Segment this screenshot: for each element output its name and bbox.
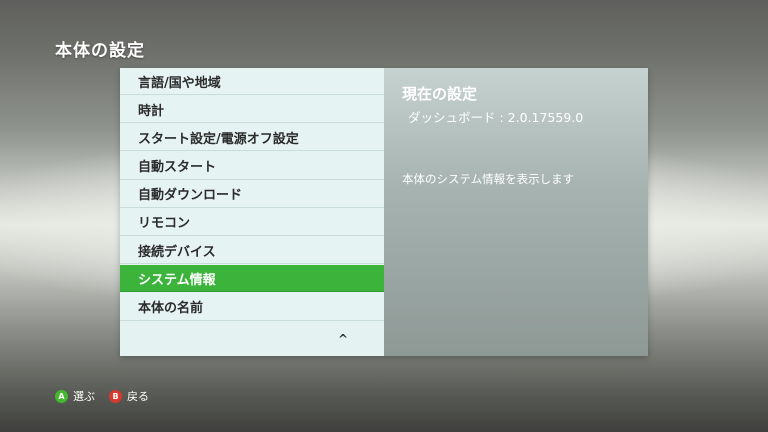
a-button-icon[interactable]: A <box>55 389 68 403</box>
dashboard-version: ダッシュボード : 2.0.17559.0 <box>408 110 584 125</box>
scroll-up-icon[interactable]: ^ <box>338 332 348 346</box>
menu-item-connected-devices[interactable]: 接続デバイス <box>120 237 384 265</box>
menu-item-startup-shutdown[interactable]: スタート設定/電源オフ設定 <box>120 124 384 152</box>
menu-item-auto-start[interactable]: 自動スタート <box>120 152 384 180</box>
menu-item-system-info[interactable]: システム情報 <box>120 265 384 293</box>
page-title: 本体の設定 <box>55 41 145 61</box>
details-description: 本体のシステム情報を表示します <box>402 172 575 186</box>
menu-item-auto-download[interactable]: 自動ダウンロード <box>120 180 384 208</box>
select-label: 選ぶ <box>73 390 95 403</box>
back-label: 戻る <box>127 390 149 403</box>
button-legend: A 選ぶ B 戻る <box>55 388 163 404</box>
settings-panel: 言語/国や地域 時計 スタート設定/電源オフ設定 自動スタート 自動ダウンロード… <box>120 68 648 356</box>
menu-item-clock[interactable]: 時計 <box>120 96 384 124</box>
details-heading: 現在の設定 <box>402 85 478 103</box>
b-button-icon[interactable]: B <box>109 389 122 403</box>
settings-menu: 言語/国や地域 時計 スタート設定/電源オフ設定 自動スタート 自動ダウンロード… <box>120 68 384 356</box>
details-pane: 現在の設定 ダッシュボード : 2.0.17559.0 本体のシステム情報を表示… <box>384 68 648 356</box>
menu-item-language[interactable]: 言語/国や地域 <box>120 68 384 95</box>
menu-item-console-name[interactable]: 本体の名前 <box>120 293 384 321</box>
menu-item-remote[interactable]: リモコン <box>120 208 384 236</box>
